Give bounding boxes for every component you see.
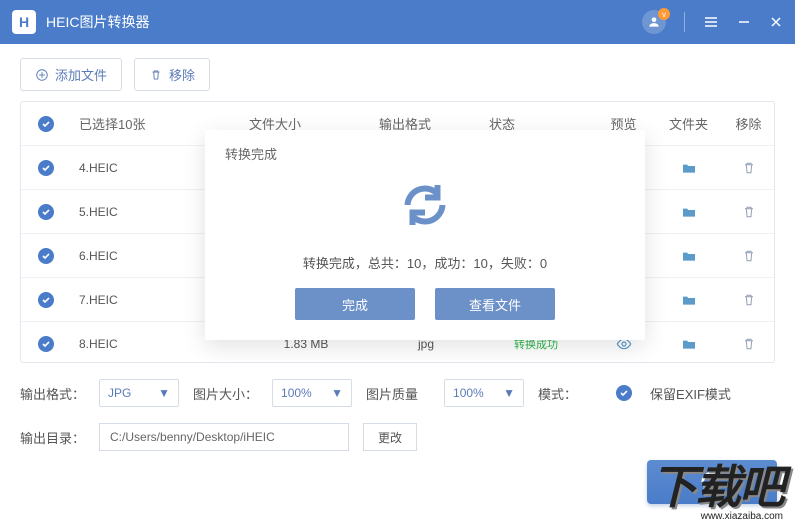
change-dir-button[interactable]: 更改 — [363, 423, 417, 451]
mode-value: 保留EXIF模式 — [650, 384, 731, 403]
mode-checkbox[interactable] — [616, 385, 632, 401]
dialog-message: 转换完成，总共：10，成功：10，失败：0 — [225, 253, 625, 272]
toolbar: 添加文件 移除 — [0, 44, 795, 101]
row-checkbox[interactable] — [38, 248, 54, 264]
add-file-button[interactable]: 添加文件 — [20, 58, 122, 91]
chevron-down-icon: ▼ — [331, 386, 343, 400]
notification-badge-icon: v — [658, 8, 670, 20]
open-folder-button[interactable] — [656, 204, 721, 220]
done-button[interactable]: 完成 — [295, 288, 415, 320]
app-logo: H — [12, 10, 36, 34]
row-checkbox[interactable] — [38, 160, 54, 176]
output-dir-input[interactable] — [99, 423, 349, 451]
open-folder-button[interactable] — [656, 248, 721, 264]
refresh-icon — [225, 175, 625, 235]
close-icon[interactable] — [769, 15, 783, 29]
delete-row-button[interactable] — [721, 248, 775, 264]
remove-button[interactable]: 移除 — [134, 58, 210, 91]
chevron-down-icon: ▼ — [503, 386, 515, 400]
output-dir-label: 输出目录： — [20, 428, 85, 447]
image-quality-label: 图片质量 — [366, 384, 430, 403]
image-quality-select[interactable]: 100%▼ — [444, 379, 524, 407]
titlebar: H HEIC图片转换器 v — [0, 0, 795, 44]
select-all-checkbox[interactable] — [38, 116, 54, 132]
open-folder-button[interactable] — [656, 336, 721, 352]
delete-row-button[interactable] — [721, 292, 775, 308]
settings-panel: 输出格式： JPG▼ 图片大小： 100%▼ 图片质量 100%▼ 模式： 保留… — [0, 363, 795, 451]
chevron-down-icon: ▼ — [158, 386, 170, 400]
delete-row-button[interactable] — [721, 160, 775, 176]
remove-label: 移除 — [169, 65, 195, 84]
row-checkbox[interactable] — [38, 204, 54, 220]
add-file-label: 添加文件 — [55, 65, 107, 84]
col-remove: 移除 — [721, 114, 775, 133]
output-format-label: 输出格式： — [20, 384, 85, 403]
row-checkbox[interactable] — [38, 336, 54, 352]
row-checkbox[interactable] — [38, 292, 54, 308]
image-size-label: 图片大小： — [193, 384, 258, 403]
view-files-button[interactable]: 查看文件 — [435, 288, 555, 320]
dialog-title: 转换完成 — [225, 144, 625, 163]
conversion-complete-dialog: 转换完成 转换完成，总共：10，成功：10，失败：0 完成 查看文件 — [205, 130, 645, 340]
title-actions: v — [642, 10, 783, 34]
user-avatar-icon[interactable]: v — [642, 10, 666, 34]
plus-circle-icon — [35, 68, 49, 82]
delete-row-button[interactable] — [721, 204, 775, 220]
mode-label: 模式： — [538, 384, 602, 403]
open-folder-button[interactable] — [656, 292, 721, 308]
watermark-url: www.xiazaiba.com — [651, 511, 783, 522]
image-size-select[interactable]: 100%▼ — [272, 379, 352, 407]
open-folder-button[interactable] — [656, 160, 721, 176]
trash-icon — [149, 68, 163, 82]
start-convert-button[interactable] — [647, 460, 777, 504]
delete-row-button[interactable] — [721, 336, 775, 352]
refresh-icon — [698, 468, 726, 496]
minimize-icon[interactable] — [737, 15, 751, 29]
app-title: HEIC图片转换器 — [46, 12, 642, 32]
output-format-select[interactable]: JPG▼ — [99, 379, 179, 407]
menu-icon[interactable] — [703, 15, 719, 29]
col-folder: 文件夹 — [656, 114, 721, 133]
